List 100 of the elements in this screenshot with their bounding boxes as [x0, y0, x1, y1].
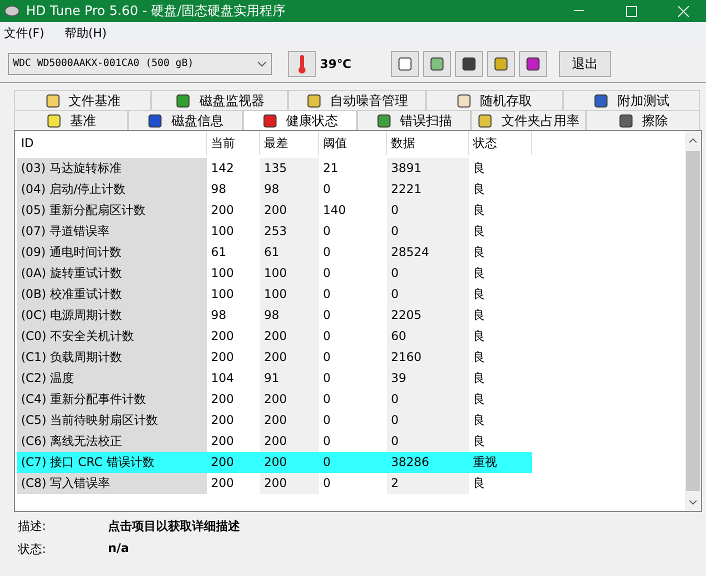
maximize-icon: [626, 6, 636, 16]
tab-label: 错误扫描: [400, 112, 452, 130]
table-cell: 91: [260, 368, 319, 389]
table-cell: 200: [260, 347, 319, 368]
table-cell: 200: [260, 200, 319, 221]
table-row[interactable]: (C0) 不安全关机计数 200 200 0 60 良: [17, 326, 532, 347]
detail-label: 状态:: [18, 541, 48, 558]
table-cell: (0A) 旋转重试计数: [17, 263, 207, 284]
table-row[interactable]: (C7) 接口 CRC 错误计数 200 200 0 38286 重视: [17, 452, 532, 473]
toolbar-button[interactable]: [519, 50, 548, 76]
tab[interactable]: 磁盘信息: [128, 110, 243, 130]
table-cell: 0: [319, 452, 387, 473]
table-row[interactable]: (04) 启动/停止计数 98 98 0 2221 良: [17, 179, 532, 200]
table-cell: 98: [260, 179, 319, 200]
table-cell: 200: [260, 410, 319, 431]
tab[interactable]: 自动噪音管理: [288, 90, 426, 110]
table-cell: 2221: [387, 179, 469, 200]
table-cell: 2160: [387, 347, 469, 368]
toolbar-button[interactable]: [455, 50, 484, 76]
table-cell: (C2) 温度: [17, 368, 207, 389]
table-cell: 100: [260, 284, 319, 305]
table-cell: 0: [387, 431, 469, 452]
tab-label: 附加测试: [617, 92, 670, 110]
table-row[interactable]: (09) 通电时间计数 61 61 0 28524 良: [17, 242, 532, 263]
table-cell: 135: [260, 158, 319, 179]
table-row[interactable]: (C1) 负载周期计数 200 200 0 2160 良: [17, 347, 532, 368]
tab-label: 擦除: [642, 112, 668, 130]
thermometer-icon: [297, 54, 307, 74]
scrollbar[interactable]: [685, 131, 701, 511]
table-cell: (0C) 电源周期计数: [17, 305, 207, 326]
tab-label: 文件基准: [68, 92, 121, 110]
table-row[interactable]: (03) 马达旋转标准 142 135 21 3891 良: [17, 158, 532, 179]
exit-button[interactable]: 退出: [559, 50, 612, 76]
tab-label: 文件夹占用率: [501, 112, 580, 130]
table-row[interactable]: (0C) 电源周期计数 98 98 0 2205 良: [17, 305, 532, 326]
detail-value: 点击项目以获取详细描述: [108, 518, 241, 535]
table-cell: 39: [387, 368, 469, 389]
tab[interactable]: 基准: [14, 110, 128, 130]
table-row[interactable]: (0B) 校准重试计数 100 100 0 0 良: [17, 284, 532, 305]
table-cell: 200: [260, 389, 319, 410]
tab-label: 健康状态: [286, 112, 338, 130]
table-cell: (C8) 写入错误率: [17, 473, 207, 494]
table-row[interactable]: (C5) 当前待映射扇区计数 200 200 0 0 良: [17, 410, 532, 431]
table-cell: 253: [260, 221, 319, 242]
temperature-reading: 39℃: [320, 56, 352, 70]
window-title: HD Tune Pro 5.60 - 硬盘/固态硬盘实用程序: [26, 3, 287, 20]
table-cell: (C5) 当前待映射扇区计数: [17, 410, 207, 431]
table-cell: 0: [387, 263, 469, 284]
tab-label: 磁盘监视器: [199, 92, 264, 110]
table-row[interactable]: (C8) 写入错误率 200 200 0 2 良: [17, 473, 532, 494]
table-cell: 0: [387, 389, 469, 410]
table-cell: 200: [260, 326, 319, 347]
table-cell: 61: [260, 242, 319, 263]
close-icon: [678, 6, 688, 16]
tab-label: 自动噪音管理: [330, 92, 408, 110]
menu-item[interactable]: 帮助(H): [64, 25, 107, 42]
tab[interactable]: 随机存取: [426, 90, 563, 110]
toolbar-button[interactable]: [423, 50, 452, 76]
chevron-down-icon: [689, 500, 697, 504]
menu-item[interactable]: 文件(F): [4, 25, 44, 42]
table-row[interactable]: (C2) 温度 104 91 0 39 良: [17, 368, 532, 389]
tab-label: 基准: [70, 112, 96, 130]
table-row[interactable]: (07) 寻道错误率 100 253 0 0 良: [17, 221, 532, 242]
tab[interactable]: 文件基准: [14, 90, 152, 110]
table-row[interactable]: (C6) 离线无法校正 200 200 0 0 良: [17, 431, 532, 452]
table-cell: (04) 启动/停止计数: [17, 179, 207, 200]
table-cell: 38286: [387, 452, 469, 473]
tab[interactable]: 错误扫描: [356, 110, 472, 130]
minimize-icon: [574, 10, 584, 12]
table-cell: 0: [387, 410, 469, 431]
toolbar-button[interactable]: [391, 50, 420, 76]
temperature-button[interactable]: [288, 50, 316, 76]
disk-icon: [4, 4, 20, 18]
table-cell: (C6) 离线无法校正: [17, 431, 207, 452]
toolbar-button[interactable]: [487, 50, 516, 76]
table-cell: 100: [260, 263, 319, 284]
table-cell: (05) 重新分配扇区计数: [17, 200, 207, 221]
table-row[interactable]: (C4) 重新分配事件计数 200 200 0 0 良: [17, 389, 532, 410]
tab[interactable]: 附加测试: [562, 90, 700, 110]
table-cell: 3891: [387, 158, 469, 179]
table-cell: (09) 通电时间计数: [17, 242, 207, 263]
table-cell: (C0) 不安全关机计数: [17, 326, 207, 347]
table-cell: 0: [387, 284, 469, 305]
table-row[interactable]: (05) 重新分配扇区计数 200 200 140 0 良: [17, 200, 532, 221]
table-cell: (C4) 重新分配事件计数: [17, 389, 207, 410]
table-cell: 2: [387, 473, 469, 494]
table-cell: 200: [260, 431, 319, 452]
detail-value: n/a: [108, 541, 130, 557]
tab[interactable]: 磁盘监视器: [151, 90, 288, 110]
tab[interactable]: 文件夹占用率: [471, 110, 586, 130]
table-cell: 200: [260, 473, 319, 494]
table-cell: 200: [260, 452, 319, 473]
table-cell: 200: [207, 452, 260, 473]
tab[interactable]: 擦除: [586, 110, 700, 130]
table-row[interactable]: (0A) 旋转重试计数 100 100 0 0 良: [17, 263, 532, 284]
table-cell: (03) 马达旋转标准: [17, 158, 207, 179]
tab[interactable]: 健康状态: [242, 110, 357, 130]
drive-dropdown[interactable]: WDC WD5000AAKX-001CA0 (500 gB): [8, 52, 272, 74]
table-cell: 98: [260, 305, 319, 326]
table-cell: (C1) 负载周期计数: [17, 347, 207, 368]
